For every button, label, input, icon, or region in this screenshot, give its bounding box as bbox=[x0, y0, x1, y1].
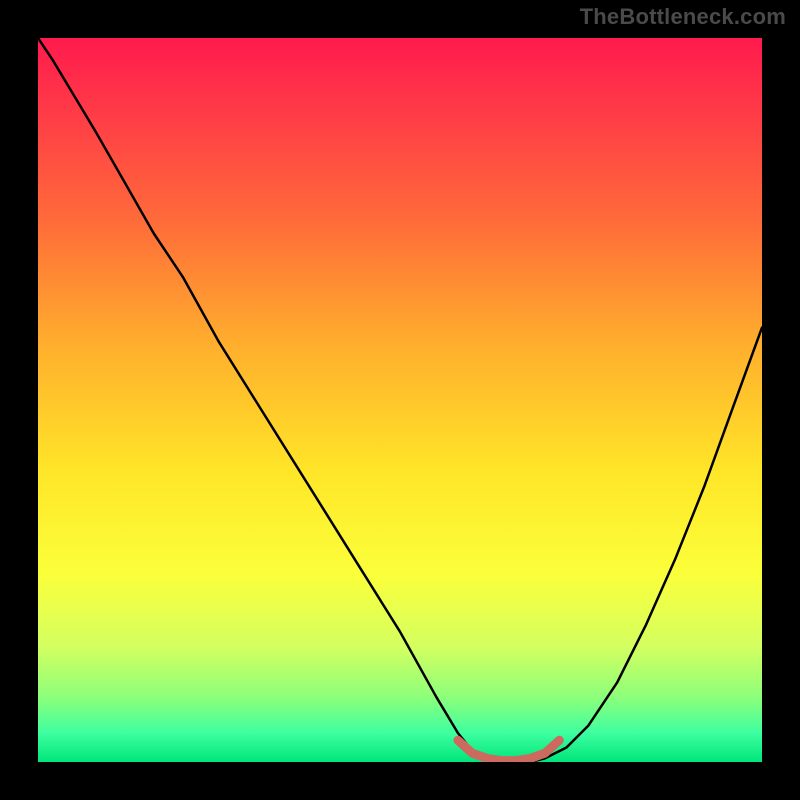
watermark-text: TheBottleneck.com bbox=[580, 4, 786, 30]
optimal-marker bbox=[38, 38, 762, 762]
chart-frame: TheBottleneck.com bbox=[0, 0, 800, 800]
plot-area bbox=[38, 38, 762, 762]
marker-path bbox=[458, 740, 559, 760]
